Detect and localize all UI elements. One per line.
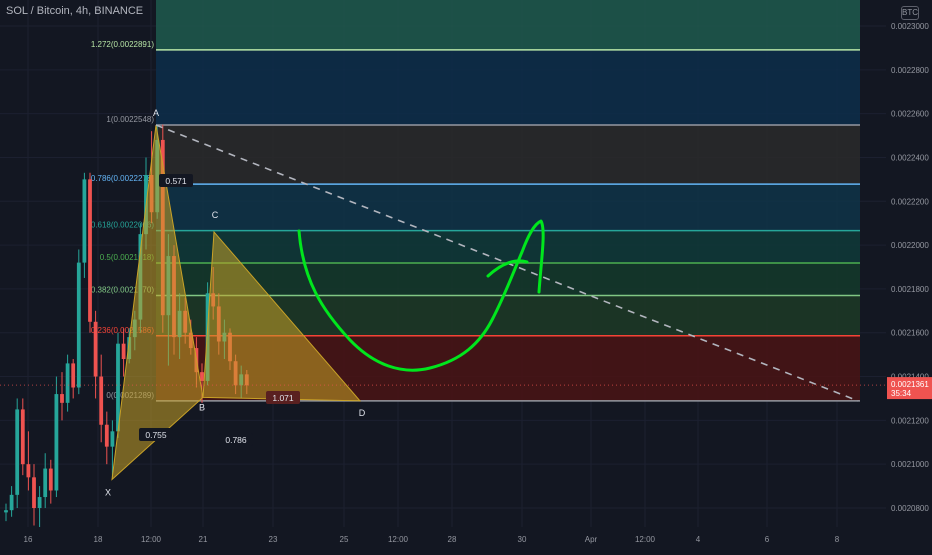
harmonic-point-label: X xyxy=(105,488,111,498)
y-tick-label: 0.0022800 xyxy=(891,66,929,75)
candle-body xyxy=(9,494,14,511)
x-axis-background xyxy=(0,527,932,550)
harmonic-point-label: B xyxy=(199,402,205,412)
harmonic-point-label: D xyxy=(359,408,366,418)
chart-area[interactable]: 1.272(0.0022891) 1(0.0022548) 0.786(0.0022… xyxy=(0,0,932,550)
x-tick-label: 16 xyxy=(24,535,33,544)
y-tick-label: 0.0021600 xyxy=(891,329,929,338)
x-tick-label: 25 xyxy=(340,535,349,544)
candle-body xyxy=(37,497,42,508)
symbol-title: SOL / Bitcoin, 4h, BINANCE xyxy=(6,5,144,17)
candle-body xyxy=(104,424,109,447)
x-tick-label: 12:00 xyxy=(388,535,409,544)
x-tick-label: 23 xyxy=(269,535,278,544)
fib-level-label: 1.272(0.0022891) xyxy=(91,40,155,49)
candle-body xyxy=(99,376,104,425)
x-tick-label: 21 xyxy=(199,535,208,544)
ratio-label: 0.571 xyxy=(165,176,187,186)
x-tick-label: 8 xyxy=(835,535,840,544)
y-tick-label: 0.0022600 xyxy=(891,110,929,119)
fib-band xyxy=(156,49,860,126)
y-tick-label: 0.0022200 xyxy=(891,197,929,206)
candle-body xyxy=(20,409,25,465)
y-tick-label: 0.0021200 xyxy=(891,416,929,425)
y-tick-label: 0.0020800 xyxy=(891,504,929,513)
candle-body xyxy=(15,409,20,495)
harmonic-point-label: C xyxy=(212,210,219,220)
candle-body xyxy=(26,464,31,478)
candle-body xyxy=(32,477,36,508)
ratio-label: 0.786 xyxy=(225,435,247,445)
candle-body xyxy=(121,343,126,360)
y-tick-label: 0.0021000 xyxy=(891,460,929,469)
x-tick-label: 28 xyxy=(448,535,457,544)
candle-body xyxy=(110,431,115,447)
price-tag-countdown: 35:34 xyxy=(891,389,912,398)
fib-band xyxy=(156,0,860,50)
candle-body xyxy=(200,372,204,381)
x-tick-label: 18 xyxy=(94,535,103,544)
candle-body xyxy=(48,468,53,491)
price-tag-value: 0.0021361 xyxy=(891,380,929,389)
ratio-label: 1.071 xyxy=(272,393,294,403)
x-tick-label: 30 xyxy=(518,535,527,544)
candle-body xyxy=(65,363,70,403)
x-tick-label: 6 xyxy=(765,535,770,544)
fib-band xyxy=(156,230,860,264)
x-tick-label: 12:00 xyxy=(141,535,162,544)
currency-badge[interactable]: BTC xyxy=(901,6,919,20)
candle-body xyxy=(71,363,76,388)
ratio-label: 0.755 xyxy=(145,430,167,440)
candle-body xyxy=(76,262,81,388)
candle-body xyxy=(43,468,48,498)
fib-band xyxy=(156,125,860,185)
candle-body xyxy=(93,321,98,377)
x-axis[interactable]: 16 18 12:00 21 23 25 12:00 28 30 Apr 12:00 4 6 8 xyxy=(0,527,932,550)
y-tick-label: 0.0023000 xyxy=(891,22,929,31)
y-axis[interactable]: 0.00208000.00210000.00212000.00214000.00… xyxy=(886,0,932,550)
x-tick-label: 4 xyxy=(696,535,701,544)
candle-body xyxy=(88,179,92,322)
candle-body xyxy=(54,394,59,491)
y-tick-label: 0.0021800 xyxy=(891,285,929,294)
price-chart[interactable]: 1.272(0.0022891)1(0.0022548)0.786(0.0022… xyxy=(0,0,932,550)
y-tick-label: 0.0022400 xyxy=(891,153,929,162)
y-tick-label: 0.0022000 xyxy=(891,241,929,250)
candle-body xyxy=(4,510,8,513)
fib-band xyxy=(156,184,860,231)
candle-body xyxy=(82,179,87,263)
x-tick-label: 12:00 xyxy=(635,535,656,544)
candle-body xyxy=(60,394,64,403)
harmonic-point-label: A xyxy=(153,108,159,118)
fib-level-label: 1(0.0022548) xyxy=(106,115,154,124)
x-tick-label: Apr xyxy=(585,535,598,544)
